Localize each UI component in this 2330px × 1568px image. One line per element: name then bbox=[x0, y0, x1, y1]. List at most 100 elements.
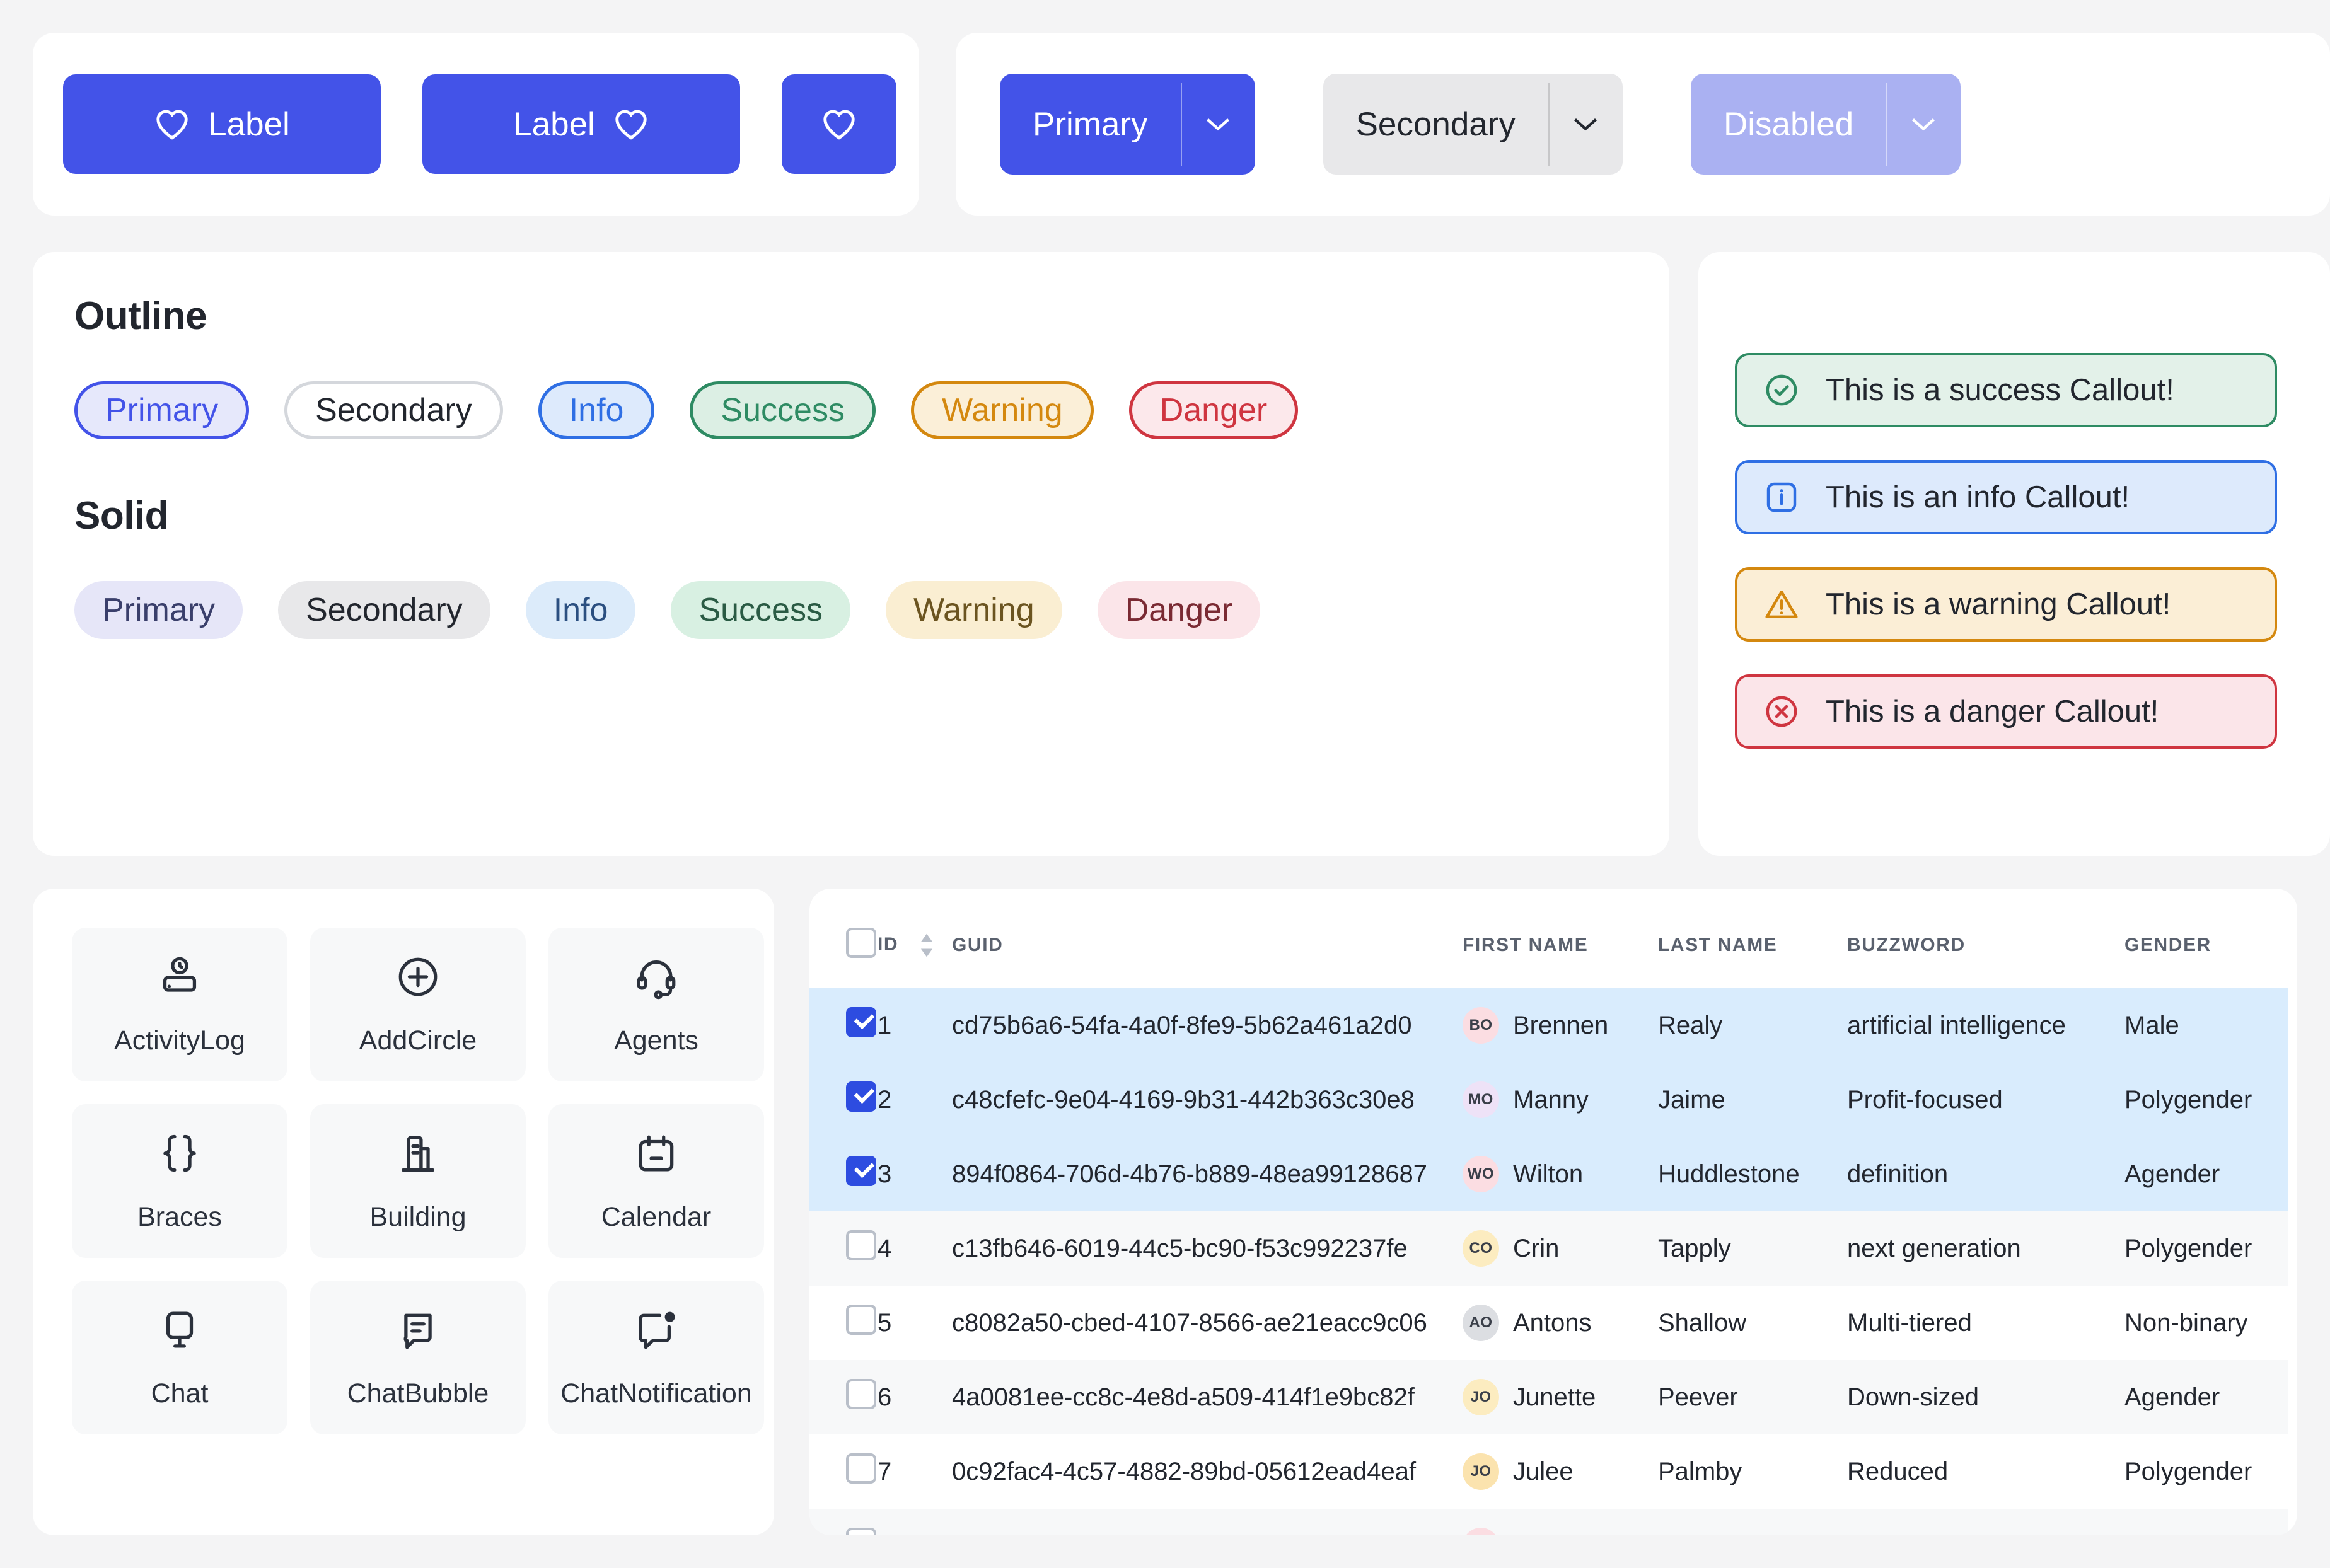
avatar: JO bbox=[1463, 1379, 1499, 1415]
x-circle-icon bbox=[1766, 696, 1797, 727]
th-gender[interactable]: GENDER bbox=[2124, 889, 2288, 988]
badge-solid-secondary[interactable]: Secondary bbox=[278, 581, 490, 639]
badge-solid-primary[interactable]: Primary bbox=[74, 581, 243, 639]
calendar-icon bbox=[639, 1134, 674, 1172]
cell-id: 2 bbox=[878, 1063, 952, 1137]
row-checkbox[interactable] bbox=[846, 1007, 876, 1037]
heart-icon bbox=[615, 110, 647, 140]
cell-id: 1 bbox=[878, 988, 952, 1063]
badge-solid-info[interactable]: Info bbox=[525, 581, 636, 639]
th-buzzword[interactable]: BUZZWORD bbox=[1847, 889, 2124, 988]
row-checkbox[interactable] bbox=[846, 1230, 876, 1260]
icon-tile-activitylog[interactable]: ActivityLog bbox=[72, 928, 287, 1081]
row-checkbox[interactable] bbox=[846, 1453, 876, 1484]
cell-select bbox=[809, 1211, 878, 1286]
th-last-name[interactable]: LAST NAME bbox=[1658, 889, 1847, 988]
chevron-down-icon bbox=[1206, 118, 1229, 131]
avatar: BO bbox=[1463, 1007, 1499, 1044]
badge-solid-success[interactable]: Success bbox=[671, 581, 850, 639]
cell-first-name: JO Julee bbox=[1463, 1434, 1658, 1509]
badge-outline-success[interactable]: Success bbox=[690, 381, 876, 439]
label-button-icon-left[interactable]: Label bbox=[63, 74, 381, 174]
badge-outline-info[interactable]: Info bbox=[538, 381, 655, 439]
cell-select bbox=[809, 1509, 878, 1535]
icon-buttons-row: Label Label bbox=[33, 33, 919, 216]
icon-tile-chatnotification[interactable]: ChatNotification bbox=[548, 1281, 764, 1434]
table-row[interactable]: 4 c13fb646-6019-44c5-bc90-f53c992237fe CO C… bbox=[809, 1211, 2288, 1286]
table-row[interactable]: 3 894f0864-706d-4b76-b889-48ea99128687 WO W… bbox=[809, 1137, 2288, 1211]
first-name-text: Wilton bbox=[1513, 1160, 1584, 1188]
avatar: WO bbox=[1463, 1156, 1499, 1192]
icon-tile-chatbubble[interactable]: ChatBubble bbox=[310, 1281, 526, 1434]
cell-id: 6 bbox=[878, 1360, 952, 1434]
row-checkbox[interactable] bbox=[846, 1528, 876, 1535]
row-checkbox[interactable] bbox=[846, 1081, 876, 1112]
icon-tile-label: ChatNotification bbox=[560, 1378, 752, 1409]
select-all-checkbox[interactable] bbox=[846, 928, 876, 958]
th-first-name[interactable]: FIRST NAME bbox=[1463, 889, 1658, 988]
cell-last-name: Tapply bbox=[1658, 1211, 1847, 1286]
split-button-disabled: Disabled bbox=[1690, 74, 1961, 175]
icon-only-button[interactable] bbox=[782, 74, 896, 174]
first-name-text: Brennen bbox=[1513, 1011, 1609, 1039]
label-button-text: Label bbox=[513, 105, 595, 143]
cell-last-name: Peever bbox=[1658, 1360, 1847, 1434]
split-button-primary-caret[interactable] bbox=[1180, 74, 1255, 175]
table-row[interactable]: 2 c48cfefc-9e04-4169-9b31-442b363c30e8 MO M… bbox=[809, 1063, 2288, 1137]
cell-id: 7 bbox=[878, 1457, 892, 1485]
badge-solid-warning[interactable]: Warning bbox=[885, 581, 1062, 639]
badge-outline-secondary[interactable]: Secondary bbox=[284, 381, 503, 439]
th-id[interactable]: ID bbox=[878, 889, 952, 988]
add-circle-icon bbox=[398, 957, 438, 996]
icon-tile-label: Braces bbox=[137, 1201, 222, 1232]
row-checkbox[interactable] bbox=[846, 1379, 876, 1409]
cell-gender: Agender bbox=[2124, 1360, 2288, 1434]
icon-tile-addcircle[interactable]: AddCircle bbox=[310, 928, 526, 1081]
cell-guid: c13fb646-6019-44c5-bc90-f53c992237fe bbox=[952, 1211, 1463, 1286]
table-row[interactable]: 5 c8082a50-cbed-4107-8566-ae21eacc9c06 AO A… bbox=[809, 1286, 2288, 1360]
callouts-card: This is a success Callout! This is an inf… bbox=[1698, 252, 2330, 856]
cell-gender: Non-binary bbox=[2124, 1308, 2248, 1337]
callout-1: This is an info Callout! bbox=[1735, 460, 2277, 534]
cell-select bbox=[809, 1286, 878, 1360]
badge-solid-danger[interactable]: Danger bbox=[1097, 581, 1261, 639]
cell-first-name: IO Izak bbox=[1463, 1509, 1658, 1535]
first-name-text: Crin bbox=[1513, 1234, 1560, 1262]
row-checkbox[interactable] bbox=[846, 1305, 876, 1335]
th-guid[interactable]: GUID bbox=[952, 889, 1463, 988]
cell-guid: c48cfefc-9e04-4169-9b31-442b363c30e8 bbox=[952, 1063, 1463, 1137]
badge-outline-danger[interactable]: Danger bbox=[1128, 381, 1299, 439]
table-row[interactable]: 84f5bcb5e-3c89-488b-9772-9b710b7c9b19IOI… bbox=[809, 1509, 2288, 1535]
badge-outline-warning[interactable]: Warning bbox=[910, 381, 1094, 439]
table-row[interactable]: 6 4a0081ee-cc8c-4e8d-a509-414f1e9bc82f JO J… bbox=[809, 1360, 2288, 1434]
icon-tile-chat[interactable]: Chat bbox=[72, 1281, 287, 1434]
icon-tile-agents[interactable]: Agents bbox=[548, 928, 764, 1081]
split-button-secondary-main[interactable]: Secondary bbox=[1323, 74, 1548, 175]
warning-triangle-icon bbox=[1765, 590, 1798, 619]
first-name-wrap: WO Wilton bbox=[1463, 1156, 1658, 1192]
first-name-wrap: JO Junette bbox=[1463, 1379, 1658, 1415]
avatar: AO bbox=[1463, 1305, 1499, 1341]
cell-gender: Bigender bbox=[2124, 1509, 2288, 1535]
avatar: CO bbox=[1463, 1230, 1499, 1267]
table-row[interactable]: 7 0c92fac4-4c57-4882-89bd-05612ead4eaf JO J… bbox=[809, 1434, 2288, 1509]
split-button-secondary-caret[interactable] bbox=[1548, 74, 1623, 175]
icon-tile-building[interactable]: Building bbox=[310, 1104, 526, 1258]
cell-select bbox=[809, 1434, 878, 1509]
cell-buzzword: next generation bbox=[1847, 1211, 2124, 1286]
cell-gender: Polygender bbox=[2124, 1457, 2252, 1485]
icon-tile-calendar[interactable]: Calendar bbox=[548, 1104, 764, 1258]
icon-tile-braces[interactable]: Braces bbox=[72, 1104, 287, 1258]
cell-guid: 0c92fac4-4c57-4882-89bd-05612ead4eaf bbox=[952, 1457, 1417, 1485]
table-header-row: ID GUID FIRST NAME LAST NAME BUZZWORD GE… bbox=[809, 889, 2288, 988]
row-checkbox[interactable] bbox=[846, 1156, 876, 1186]
cell-first-name: BO Brennen bbox=[1463, 988, 1658, 1063]
table-row[interactable]: 1 cd75b6a6-54fa-4a0f-8fe9-5b62a461a2d0 BO B… bbox=[809, 988, 2288, 1063]
split-button-primary-main[interactable]: Primary bbox=[1000, 74, 1181, 175]
avatar: JO bbox=[1463, 1453, 1499, 1490]
badge-outline-primary[interactable]: Primary bbox=[74, 381, 250, 439]
label-button-icon-right[interactable]: Label bbox=[422, 74, 740, 174]
first-name-wrap: BO Brennen bbox=[1463, 1007, 1658, 1044]
sort-arrows-icon[interactable] bbox=[919, 931, 935, 959]
cell-gender: Polygender bbox=[2124, 1211, 2288, 1286]
